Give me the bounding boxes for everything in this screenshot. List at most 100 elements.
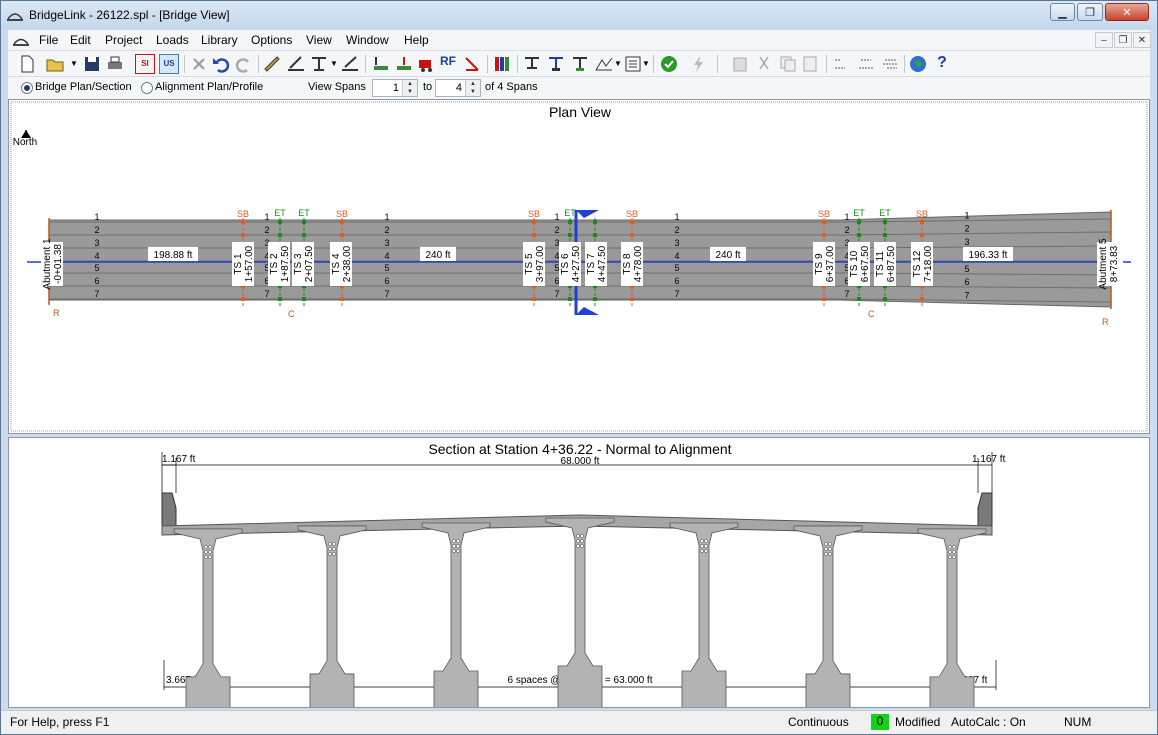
cut-icon[interactable] [754,54,774,74]
minimize-button[interactable]: ▁ [1050,3,1075,21]
delete-icon[interactable] [189,54,209,74]
temporary-support-label: TS 11 6+87.50 [874,242,897,286]
document-app-icon[interactable] [12,32,30,48]
spin-arrows-icon[interactable]: ▲ ▼ [402,80,417,96]
rating-factor-button[interactable]: RF [440,54,460,74]
graph-icon[interactable] [594,54,614,74]
girder-number-label: 5 [964,264,969,274]
bearing-marker [857,220,861,224]
north-label: North [13,137,37,148]
truck-loads-icon[interactable] [417,54,437,74]
span-from-spinner[interactable]: 1 ▲ ▼ [372,79,418,97]
toolbar-separator [487,55,488,73]
copy-icon[interactable] [778,54,798,74]
span-to-value[interactable]: 4 [456,82,462,94]
mdi-restore-button[interactable]: ❐ [1114,32,1132,48]
new-file-icon[interactable] [17,54,37,74]
analysis-icon[interactable] [546,54,566,74]
menu-help[interactable]: Help [404,33,429,47]
bridge-plan-radio-label[interactable]: Bridge Plan/Section [35,81,132,93]
abutment1-label: Abutment 1 -0+01.38 [41,238,64,290]
bridge-plan-radio[interactable] [21,82,33,94]
si-units-button[interactable]: SI [135,54,155,74]
girder-number-label: 1 [94,212,99,222]
menu-library[interactable]: Library [201,33,238,47]
close-button[interactable]: ✕ [1105,3,1149,21]
check-status-icon[interactable] [659,54,679,74]
edit-girder-icon[interactable] [309,54,329,74]
strand-marker [328,547,332,551]
open-folder-icon[interactable] [45,54,65,74]
undo-icon[interactable] [211,54,231,74]
design-girder-icon[interactable] [522,54,542,74]
open-dropdown-icon[interactable]: ▼ [70,59,78,68]
insert-pier-icon[interactable] [394,54,414,74]
menu-bar: File Edit Project Loads Library Options … [8,30,1151,51]
save-icon[interactable] [82,54,102,74]
of-spans-label: of 4 Spans [485,81,538,93]
graph-results-icon[interactable] [570,54,590,74]
maximize-button[interactable]: ❐ [1077,3,1103,21]
bearing-marker [532,297,536,301]
span-from-value[interactable]: 1 [393,82,399,94]
align-center-icon[interactable] [856,54,876,74]
mdi-minimize-button[interactable]: – [1095,32,1113,48]
girder-number-label: 5 [554,263,559,273]
loads-diagram-icon[interactable] [462,54,482,74]
support-type-label: SB [528,209,540,219]
plan-view-pane[interactable]: Plan View North 111111122222223333333444… [8,99,1150,434]
menu-file[interactable]: File [39,33,58,47]
menu-loads[interactable]: Loads [156,33,189,47]
edit-bridge-icon[interactable] [262,54,282,74]
report-dropdown-icon[interactable]: ▼ [642,59,650,68]
bearing-marker [568,233,572,237]
strand-marker [700,539,704,543]
align-right-icon[interactable] [880,54,900,74]
paste-special-icon[interactable] [730,54,750,74]
alignment-plan-radio[interactable] [141,82,153,94]
strand-marker [456,544,460,548]
lightning-icon[interactable] [689,54,709,74]
spin-arrows-icon[interactable]: ▲ ▼ [465,80,480,96]
section-view-pane[interactable]: Section at Station 4+36.22 - Normal to A… [8,437,1150,735]
status-autocalc: AutoCalc : On [951,715,1026,729]
menu-view[interactable]: View [306,33,332,47]
toolbar-separator [184,55,185,73]
graph-dropdown-icon[interactable]: ▼ [614,59,622,68]
menu-edit[interactable]: Edit [70,33,91,47]
girder-number-label: 5 [674,263,679,273]
svg-text:6+87.50: 6+87.50 [886,245,897,282]
bearing-marker [241,233,245,237]
report-icon[interactable] [623,54,643,74]
bearing-marker [568,220,572,224]
redo-icon[interactable] [234,54,254,74]
edit-deck-icon[interactable] [340,54,360,74]
alignment-plan-radio-label[interactable]: Alignment Plan/Profile [155,81,263,93]
strand-marker [452,544,456,548]
strand-marker [452,539,456,543]
span-to-spinner[interactable]: 4 ▲ ▼ [435,79,481,97]
bearing-marker [593,233,597,237]
help-icon[interactable]: ? [932,54,952,74]
bearing-marker [822,220,826,224]
girder-number-label: 2 [964,224,969,234]
library-books-icon[interactable] [492,54,512,74]
menu-project[interactable]: Project [105,33,142,47]
mdi-close-button[interactable]: ✕ [1133,32,1151,48]
us-units-button[interactable]: US [159,54,179,74]
print-icon[interactable] [105,54,125,74]
insert-span-icon[interactable] [371,54,391,74]
svg-text:TS 2: TS 2 [269,253,280,275]
strand-marker [700,549,704,553]
menu-options[interactable]: Options [251,33,292,47]
edit-alignment-icon[interactable] [286,54,306,74]
bearing-marker [241,297,245,301]
align-left-icon[interactable] [832,54,852,74]
girder-number-label: 2 [384,225,389,235]
edit-properties-icon[interactable] [801,54,821,74]
globe-icon[interactable] [908,54,928,74]
girder-number-label: 3 [674,238,679,248]
view-spans-label: View Spans [308,81,366,93]
girder-dropdown-icon[interactable]: ▼ [330,59,338,68]
menu-window[interactable]: Window [346,33,389,47]
